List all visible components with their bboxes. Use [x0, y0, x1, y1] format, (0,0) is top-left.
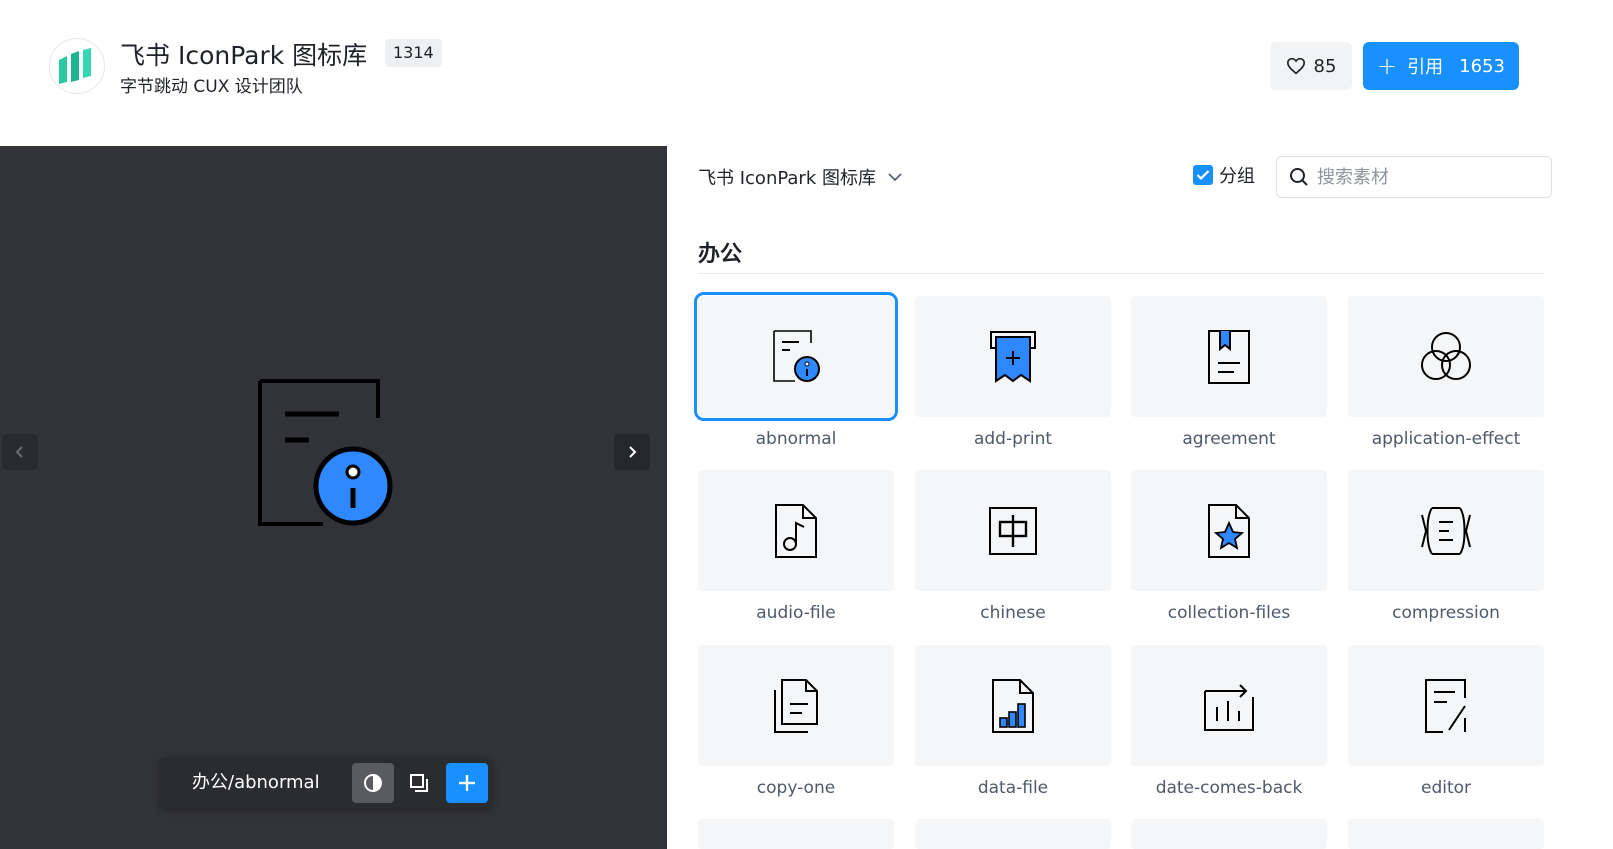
header: 飞书 IconPark 图标库 1314 字节跳动 CUX 设计团队 85 + …	[0, 0, 1613, 146]
layers-icon	[410, 774, 428, 792]
library-select-label: 飞书 IconPark 图标库	[698, 168, 876, 189]
abnormal-icon	[773, 329, 820, 382]
icon-tile[interactable]	[915, 645, 1111, 766]
checkbox-checked-icon	[1193, 165, 1213, 185]
next-icon-button[interactable]	[614, 434, 650, 470]
library-title: 飞书 IconPark 图标库	[120, 41, 368, 70]
icon-card[interactable]: copy-one	[698, 645, 894, 798]
contrast-icon	[364, 774, 382, 792]
icon-tile[interactable]	[1348, 470, 1544, 591]
icon-card[interactable]: add-print	[915, 296, 1111, 449]
add-icon-button[interactable]	[446, 763, 488, 803]
iconpark-logo	[49, 38, 105, 94]
date-comes-back-icon	[1204, 683, 1254, 731]
theme-toggle-button[interactable]	[352, 763, 394, 803]
background-toggle-button[interactable]	[398, 763, 440, 803]
icon-label: audio-file	[756, 603, 836, 623]
icon-label: collection-files	[1167, 603, 1291, 623]
icon-tile-partial[interactable]	[1348, 819, 1544, 849]
icon-label: abnormal	[755, 429, 837, 449]
icon-label: editor	[1420, 778, 1472, 798]
icon-tile[interactable]	[698, 645, 894, 766]
compression-icon	[1421, 506, 1471, 555]
icon-label: agreement	[1182, 429, 1276, 449]
icon-card[interactable]: application-effect	[1348, 296, 1544, 449]
editor-icon	[1425, 678, 1466, 733]
agreement-icon	[1208, 329, 1250, 384]
icon-tile-selected[interactable]	[694, 292, 898, 421]
search-input[interactable]	[1317, 166, 1537, 188]
chevron-down-icon	[888, 173, 902, 182]
icon-tile[interactable]	[915, 470, 1111, 591]
icon-count-badge: 1314	[385, 39, 442, 67]
prev-icon-button[interactable]	[2, 434, 38, 470]
cite-label: 引用	[1407, 57, 1444, 78]
application-effect-icon	[1421, 331, 1471, 380]
icon-label: copy-one	[756, 778, 836, 798]
preview-toolbar: 办公/abnormal	[160, 758, 492, 808]
icon-list-panel: 飞书 IconPark 图标库 分组 办公	[667, 146, 1613, 849]
icon-card[interactable]: date-comes-back	[1131, 645, 1327, 798]
like-button[interactable]: 85	[1270, 42, 1352, 90]
icon-path-label: 办公/abnormal	[192, 772, 320, 793]
like-count: 85	[1313, 55, 1337, 77]
icon-tile-partial[interactable]	[915, 819, 1111, 849]
icon-card[interactable]: compression	[1348, 470, 1544, 623]
icon-tile[interactable]	[1348, 645, 1544, 766]
icon-label: add-print	[973, 429, 1053, 449]
icon-card[interactable]: editor	[1348, 645, 1544, 798]
icon-tile[interactable]	[915, 296, 1111, 417]
icon-card[interactable]: chinese	[915, 470, 1111, 623]
copy-one-icon	[774, 678, 818, 733]
library-select[interactable]: 飞书 IconPark 图标库	[698, 164, 902, 190]
plus-icon	[459, 775, 475, 791]
section-title: 办公	[698, 242, 743, 267]
group-checkbox[interactable]: 分组	[1193, 162, 1255, 188]
icon-card[interactable]: abnormal	[694, 292, 898, 449]
icon-label: chinese	[980, 603, 1046, 623]
icon-tile-partial[interactable]	[698, 819, 894, 849]
icon-card[interactable]: audio-file	[698, 470, 894, 623]
icon-tile[interactable]	[1348, 296, 1544, 417]
chevron-right-icon	[629, 446, 637, 458]
add-print-icon	[990, 330, 1036, 383]
search-icon	[1290, 168, 1308, 186]
icon-label: date-comes-back	[1155, 778, 1303, 798]
chinese-icon	[989, 506, 1037, 555]
abnormal-icon	[258, 379, 393, 526]
plus-icon: +	[1377, 52, 1398, 80]
icon-card[interactable]: data-file	[915, 645, 1111, 798]
collection-files-icon	[1208, 503, 1250, 558]
icon-preview-panel: 办公/abnormal	[0, 146, 667, 849]
icon-tile-partial[interactable]	[1131, 819, 1327, 849]
icon-label: data-file	[977, 778, 1049, 798]
icon-tile[interactable]	[1131, 470, 1327, 591]
cite-count: 1653	[1459, 55, 1505, 77]
icon-card[interactable]: collection-files	[1131, 470, 1327, 623]
icon-label: compression	[1392, 603, 1500, 623]
icon-tile[interactable]	[1131, 645, 1327, 766]
group-label: 分组	[1219, 166, 1255, 187]
search-box	[1276, 156, 1552, 198]
icon-card[interactable]: agreement	[1131, 296, 1327, 449]
icon-tile[interactable]	[698, 470, 894, 591]
library-subtitle: 字节跳动 CUX 设计团队	[120, 77, 303, 97]
chevron-left-icon	[15, 446, 23, 458]
heart-icon	[1286, 57, 1305, 75]
icon-label: application-effect	[1371, 429, 1521, 449]
section-divider	[698, 273, 1543, 274]
icon-tile[interactable]	[1131, 296, 1327, 417]
audio-file-icon	[775, 503, 817, 558]
cite-button[interactable]: + 引用 1653	[1363, 42, 1519, 90]
data-file-icon	[992, 678, 1034, 733]
